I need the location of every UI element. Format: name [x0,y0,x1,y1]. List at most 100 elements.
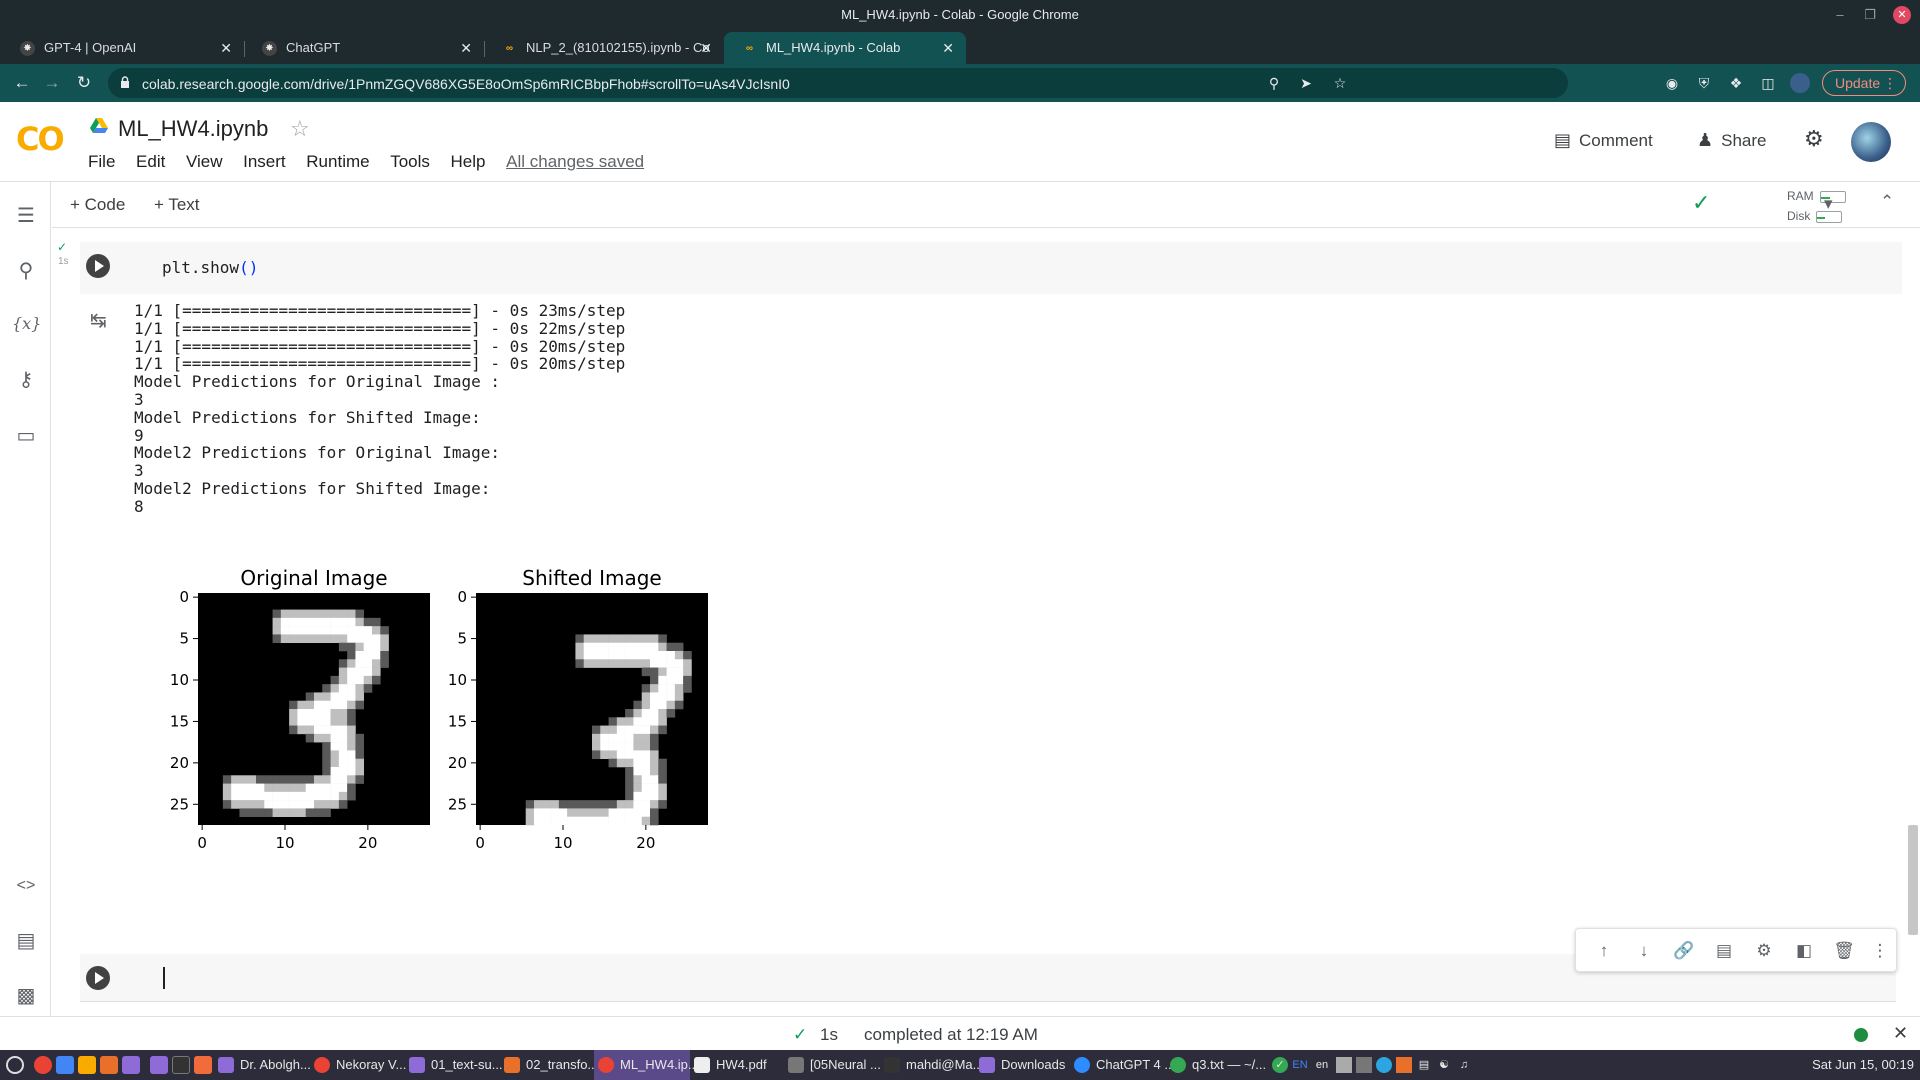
add-code-button[interactable]: + Code [70,195,125,215]
minimize-button[interactable]: – [1830,5,1850,25]
locale-indicator[interactable]: en [1314,1057,1330,1073]
share-button[interactable]: ♟ Share [1697,130,1767,151]
move-up-icon[interactable]: ↑ [1592,939,1616,963]
taskbar-item[interactable]: 01_text-su... [405,1050,503,1080]
menu-edit[interactable]: Edit [136,152,165,171]
address-bar[interactable]: colab.research.google.com/drive/1PnmZGQV… [108,68,1568,98]
tab-close-icon[interactable]: ✕ [220,32,232,64]
tab-nlp2-colab[interactable]: ∞ NLP_2_(810102155).ipynb - Co ✕ [484,32,724,64]
taskbar-item[interactable]: mahdi@Ma... [880,1050,984,1080]
menu-file[interactable]: File [88,152,115,171]
output-actions-icon[interactable]: ↹ [90,308,107,333]
telegram-tray-icon[interactable] [1376,1057,1392,1073]
zoom-icon[interactable]: ⚲ [1264,73,1284,93]
link-icon[interactable]: 🔗 [1672,939,1696,963]
comment-icon[interactable]: ▤ [1712,939,1736,963]
comment-button[interactable]: ▤ Comment [1554,130,1653,151]
os-menu-icon[interactable] [6,1056,24,1074]
tab-ml-hw4-colab[interactable]: ∞ ML_HW4.ipynb - Colab ✕ [724,32,966,64]
menu-view[interactable]: View [186,152,223,171]
colab-logo[interactable]: CO [16,120,65,158]
settings-gear-icon[interactable]: ⚙ [1752,939,1776,963]
taskbar-item-active[interactable]: ML_HW4.ip... [594,1050,699,1080]
translate-launcher-icon[interactable] [56,1056,74,1074]
tab-close-icon[interactable]: ✕ [460,32,472,64]
variables-icon[interactable]: {x} [12,310,41,338]
delete-icon[interactable]: 🗑 [1832,939,1856,963]
tray-icon[interactable] [1336,1057,1352,1073]
taskbar-item[interactable]: q3.txt — ~/... [1166,1050,1266,1080]
menu-help[interactable]: Help [451,152,486,171]
star-icon[interactable]: ☆ [290,116,310,142]
menu-insert[interactable]: Insert [243,152,286,171]
move-down-icon[interactable]: ↓ [1632,939,1656,963]
secrets-key-icon[interactable]: ⚷ [12,366,40,394]
taskbar-item[interactable]: Downloads [975,1050,1065,1080]
taskbar-item[interactable]: [05Neural ... [784,1050,881,1080]
status-message[interactable]: completed at 12:19 AM [864,1025,1038,1045]
code-text[interactable]: plt.show() [162,258,258,277]
clock[interactable]: Sat Jun 15, 00:19 [1812,1050,1914,1080]
runtime-dropdown-icon[interactable]: ▾ [1824,194,1833,214]
resource-monitor[interactable]: RAM Disk [1787,186,1846,226]
taskbar-item[interactable]: Nekoray V... [310,1050,406,1080]
mirror-cell-icon[interactable]: ◧ [1792,939,1816,963]
app-launcher-icon-2[interactable] [194,1056,212,1074]
lang-indicator[interactable]: EN [1292,1057,1308,1073]
command-palette-icon[interactable]: ▤ [12,927,40,955]
add-text-button[interactable]: + Text [154,195,200,215]
more-options-icon[interactable]: ⋮ [1868,939,1892,963]
taskbar-item[interactable]: Dr. Abolgh... [214,1050,311,1080]
profile-avatar[interactable] [1790,73,1810,93]
folder-launcher-icon[interactable] [150,1056,168,1074]
terminal-icon[interactable]: ▩ [12,982,40,1010]
tray-icon[interactable] [1356,1057,1372,1073]
shield-icon[interactable]: ⛨ [1694,73,1714,93]
menu-tools[interactable]: Tools [390,152,430,171]
wifi-icon[interactable]: ☯ [1436,1057,1452,1073]
forward-button[interactable]: → [40,71,64,95]
close-icon[interactable]: ✕ [1893,1023,1908,1044]
taskbar-item[interactable]: 02_transfo... [500,1050,598,1080]
menu-runtime[interactable]: Runtime [306,152,369,171]
tab-gpt4-openai[interactable]: ✸ GPT-4 | OpenAI ✕ [2,32,245,64]
extension-icon[interactable]: ◉ [1662,73,1682,93]
maximize-button[interactable]: ❐ [1860,5,1880,25]
files-folder-icon[interactable]: ▭ [12,422,40,450]
avatar[interactable] [1851,122,1891,162]
files-launcher-icon[interactable] [122,1056,140,1074]
tab-close-icon[interactable]: ✕ [700,32,712,64]
save-status-link[interactable]: All changes saved [506,152,644,171]
taskbar-item[interactable]: HW4.pdf [690,1050,767,1080]
search-icon[interactable]: ⚲ [12,257,40,285]
bookmark-star-icon[interactable]: ☆ [1330,73,1350,93]
chrome-launcher-icon[interactable] [34,1056,52,1074]
scrollbar-thumb[interactable] [1908,825,1918,935]
code-snippets-icon[interactable]: <> [12,872,40,900]
run-cell-button[interactable] [86,966,110,990]
app-launcher-icon[interactable] [100,1056,118,1074]
sidebar-icon[interactable]: ◫ [1758,73,1778,93]
clipboard-tray-icon[interactable]: ▤ [1416,1057,1432,1073]
notes-launcher-icon[interactable] [78,1056,96,1074]
collapse-header-icon[interactable]: ⌃ [1880,192,1894,212]
google-drive-icon[interactable] [90,118,108,134]
taskbar-item[interactable]: ChatGPT 4 ... [1070,1050,1175,1080]
close-window-button[interactable]: ✕ [1893,6,1911,24]
table-of-contents-icon[interactable]: ☰ [12,202,40,230]
notebook-title[interactable]: ML_HW4.ipynb [118,116,268,142]
volume-icon[interactable]: ♫ [1456,1057,1472,1073]
tray-icon[interactable] [1396,1057,1412,1073]
update-button[interactable]: Update ⋮ [1822,70,1906,96]
run-cell-button[interactable] [86,254,110,278]
check-tray-icon[interactable]: ✓ [1272,1057,1288,1073]
puzzle-icon[interactable]: ❖ [1726,73,1746,93]
send-icon[interactable]: ➤ [1296,73,1316,93]
terminal-launcher-icon[interactable] [172,1056,190,1074]
reload-button[interactable]: ↻ [72,71,96,95]
code-cell[interactable]: plt.show() [80,242,1902,294]
settings-gear-icon[interactable]: ⚙ [1804,126,1824,152]
tab-close-icon[interactable]: ✕ [942,32,954,64]
tab-chatgpt[interactable]: ✸ ChatGPT ✕ [244,32,485,64]
back-button[interactable]: ← [10,71,34,95]
